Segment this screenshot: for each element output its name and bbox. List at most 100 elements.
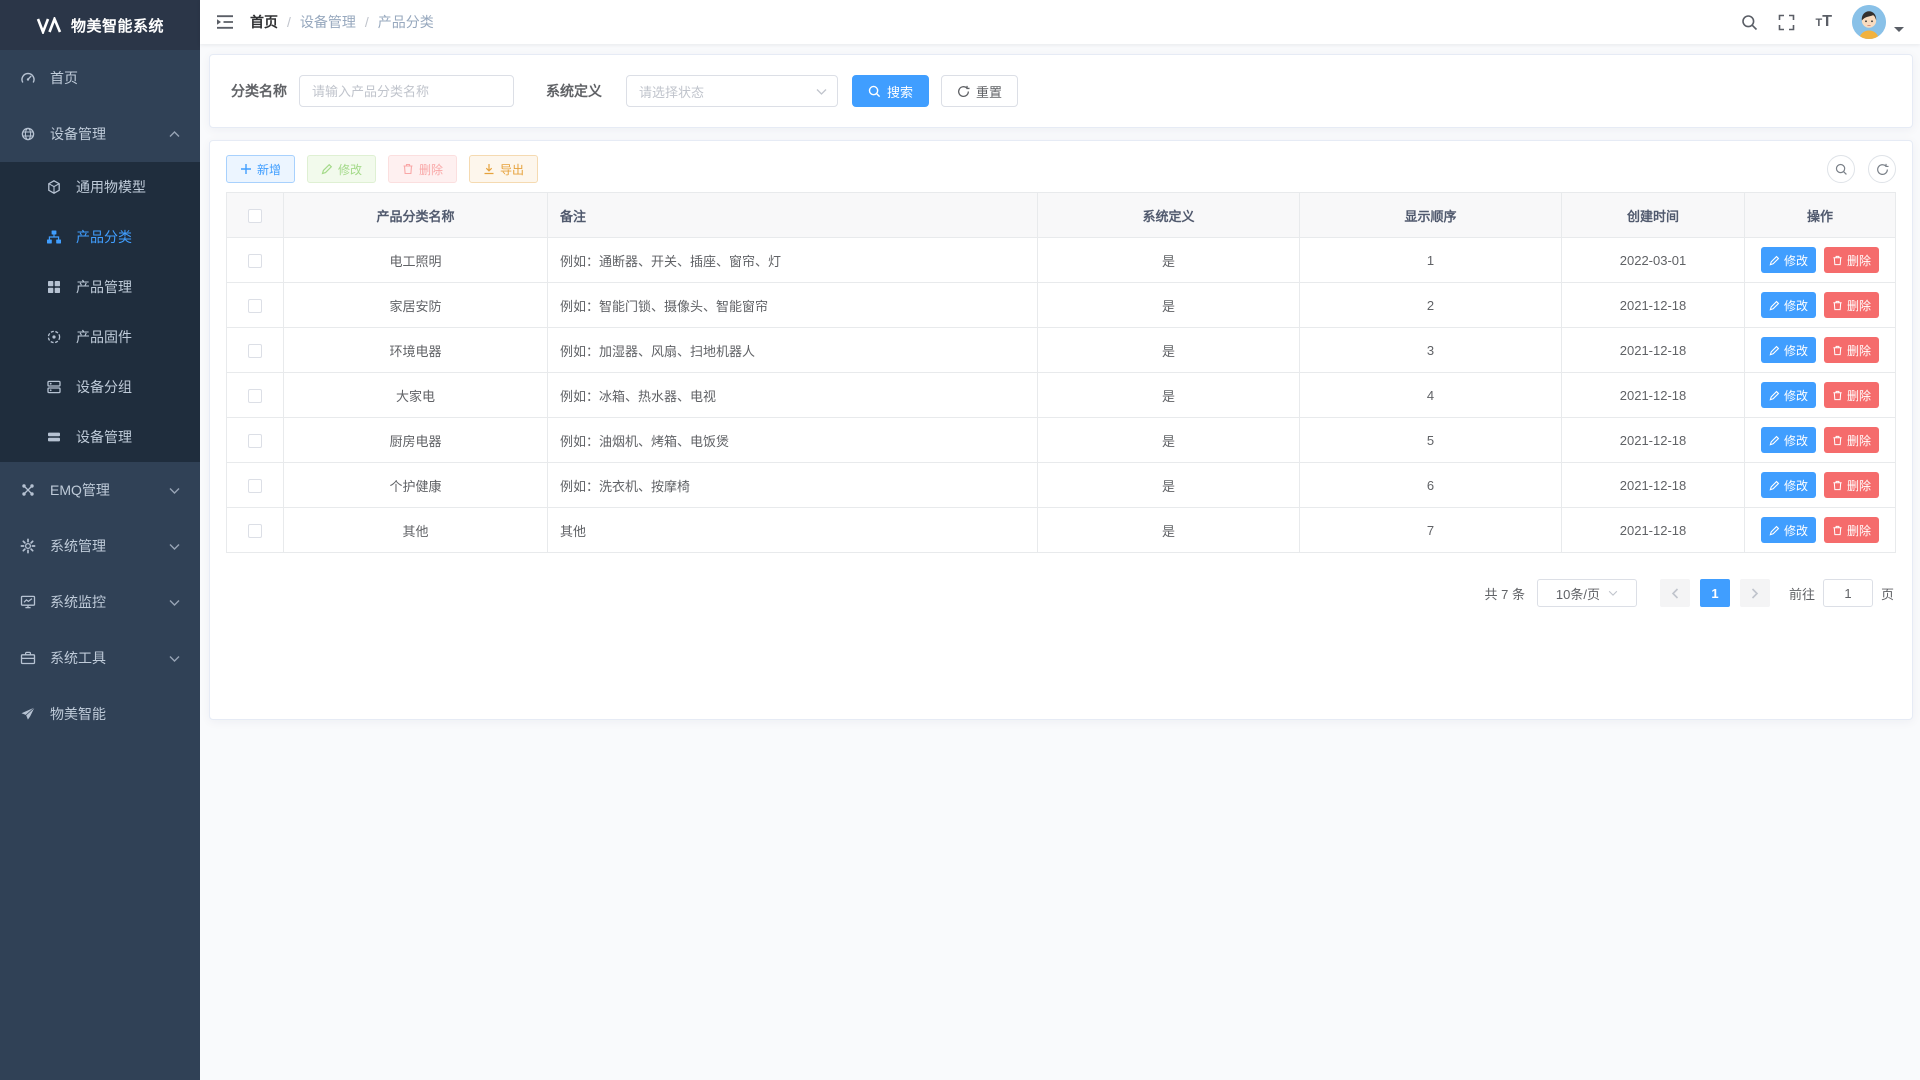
bars-icon — [46, 429, 62, 445]
row-delete-label: 删除 — [1847, 387, 1871, 404]
export-button[interactable]: 导出 — [469, 155, 538, 183]
page-jumper: 前往 页 — [1789, 579, 1894, 607]
delete-button-label: 删除 — [419, 161, 443, 178]
row-delete-button[interactable]: 删除 — [1824, 247, 1879, 273]
row-delete-button[interactable]: 删除 — [1824, 337, 1879, 363]
row-delete-button[interactable]: 删除 — [1824, 292, 1879, 318]
table-toolbar: 新增 修改 删除 导出 — [226, 155, 1896, 183]
page-number-current[interactable]: 1 — [1700, 579, 1730, 607]
toggle-search-icon[interactable] — [1827, 155, 1855, 183]
sidebar-item-device-mgmt[interactable]: 设备管理 — [0, 106, 200, 162]
system-defined-select[interactable]: 请选择状态 — [626, 75, 838, 107]
system-defined-label: 系统定义 — [546, 81, 602, 101]
page-size-select[interactable]: 10条/页 — [1537, 579, 1637, 607]
font-size-icon[interactable]: TT — [1815, 13, 1832, 31]
row-edit-button[interactable]: 修改 — [1761, 472, 1816, 498]
row-checkbox[interactable] — [248, 254, 262, 268]
main-area: 首页 / 设备管理 / 产品分类 TT — [200, 0, 1920, 1080]
row-edit-button[interactable]: 修改 — [1761, 427, 1816, 453]
app-logo[interactable]: 物美智能系统 — [0, 0, 200, 50]
sidebar-item-thing-model[interactable]: 通用物模型 — [0, 162, 200, 212]
category-table: 产品分类名称 备注 系统定义 显示顺序 创建时间 操作 电工照明 例如：通断器、… — [226, 192, 1896, 553]
breadcrumb-separator: / — [287, 14, 291, 30]
sidebar-item-device-group[interactable]: 设备分组 — [0, 362, 200, 412]
avatar[interactable] — [1852, 5, 1886, 39]
cell-order: 5 — [1300, 418, 1562, 463]
breadcrumb-device-mgmt: 设备管理 — [300, 12, 356, 32]
cell-remark: 例如：通断器、开关、插座、窗帘、灯 — [548, 238, 1038, 283]
cell-system: 是 — [1038, 463, 1300, 508]
sidebar-item-system-mgmt[interactable]: 系统管理 — [0, 518, 200, 574]
sidebar-item-product-mgmt[interactable]: 产品管理 — [0, 262, 200, 312]
sidebar-item-label: 产品固件 — [76, 327, 132, 347]
category-name-input[interactable] — [299, 75, 514, 107]
next-page-button[interactable] — [1740, 579, 1770, 607]
chevron-down-icon — [1608, 590, 1618, 596]
chevron-down-icon — [169, 487, 180, 494]
cell-name: 大家电 — [284, 373, 548, 418]
delete-button[interactable]: 删除 — [388, 155, 457, 183]
row-delete-button[interactable]: 删除 — [1824, 382, 1879, 408]
row-edit-button[interactable]: 修改 — [1761, 292, 1816, 318]
cell-remark: 例如：冰箱、热水器、电视 — [548, 373, 1038, 418]
sidebar-item-home[interactable]: 首页 — [0, 50, 200, 106]
sidebar-item-emq-mgmt[interactable]: EMQ管理 — [0, 462, 200, 518]
goto-page-input[interactable] — [1823, 579, 1873, 607]
table-row: 大家电 例如：冰箱、热水器、电视 是 4 2021-12-18 修改删除 — [227, 373, 1896, 418]
search-icon[interactable] — [1741, 14, 1758, 31]
chevron-down-icon — [169, 599, 180, 606]
fullscreen-icon[interactable] — [1778, 14, 1795, 31]
sidebar-item-system-monitor[interactable]: 系统监控 — [0, 574, 200, 630]
reset-button[interactable]: 重置 — [941, 75, 1018, 107]
table-tools — [1827, 155, 1896, 183]
row-checkbox[interactable] — [248, 479, 262, 493]
prev-page-button[interactable] — [1660, 579, 1690, 607]
row-checkbox[interactable] — [248, 434, 262, 448]
sidebar-item-label: 设备管理 — [50, 124, 106, 144]
header-remark: 备注 — [548, 193, 1038, 238]
edit-button[interactable]: 修改 — [307, 155, 376, 183]
breadcrumb-home[interactable]: 首页 — [250, 12, 278, 32]
header-actions: 操作 — [1745, 193, 1896, 238]
cube-icon — [46, 179, 62, 195]
refresh-icon[interactable] — [1868, 155, 1896, 183]
sidebar-item-label: 设备分组 — [76, 377, 132, 397]
chevron-up-icon — [169, 131, 180, 138]
select-all-checkbox[interactable] — [248, 209, 262, 223]
sidebar-item-label: 系统工具 — [50, 648, 106, 668]
cell-system: 是 — [1038, 328, 1300, 373]
sidebar-item-system-tools[interactable]: 系统工具 — [0, 630, 200, 686]
cell-created: 2021-12-18 — [1562, 328, 1745, 373]
row-checkbox[interactable] — [248, 389, 262, 403]
sidebar-item-product-firmware[interactable]: 产品固件 — [0, 312, 200, 362]
sidebar-item-product-category[interactable]: 产品分类 — [0, 212, 200, 262]
row-delete-button[interactable]: 删除 — [1824, 427, 1879, 453]
row-edit-button[interactable]: 修改 — [1761, 517, 1816, 543]
row-checkbox[interactable] — [248, 299, 262, 313]
sidebar-item-wumei[interactable]: 物美智能 — [0, 686, 200, 742]
chevron-down-icon — [169, 655, 180, 662]
cell-name: 家居安防 — [284, 283, 548, 328]
row-edit-button[interactable]: 修改 — [1761, 382, 1816, 408]
sidebar-item-device-mgmt-sub[interactable]: 设备管理 — [0, 412, 200, 462]
row-edit-button[interactable]: 修改 — [1761, 247, 1816, 273]
search-button[interactable]: 搜索 — [852, 75, 929, 107]
cell-system: 是 — [1038, 508, 1300, 553]
breadcrumb-separator: / — [365, 14, 369, 30]
row-delete-button[interactable]: 删除 — [1824, 517, 1879, 543]
gear-icon — [20, 538, 36, 554]
row-edit-label: 修改 — [1784, 477, 1808, 494]
row-edit-button[interactable]: 修改 — [1761, 337, 1816, 363]
row-checkbox[interactable] — [248, 344, 262, 358]
user-menu[interactable] — [1852, 5, 1904, 39]
table-row: 环境电器 例如：加湿器、风扇、扫地机器人 是 3 2021-12-18 修改删除 — [227, 328, 1896, 373]
cell-remark: 其他 — [548, 508, 1038, 553]
cell-remark: 例如：智能门锁、摄像头、智能窗帘 — [548, 283, 1038, 328]
row-delete-button[interactable]: 删除 — [1824, 472, 1879, 498]
sidebar-toggle-icon[interactable] — [216, 14, 234, 30]
category-name-label: 分类名称 — [231, 81, 287, 101]
table-card: 新增 修改 删除 导出 — [209, 140, 1913, 720]
add-button[interactable]: 新增 — [226, 155, 295, 183]
cell-system: 是 — [1038, 238, 1300, 283]
row-checkbox[interactable] — [248, 524, 262, 538]
